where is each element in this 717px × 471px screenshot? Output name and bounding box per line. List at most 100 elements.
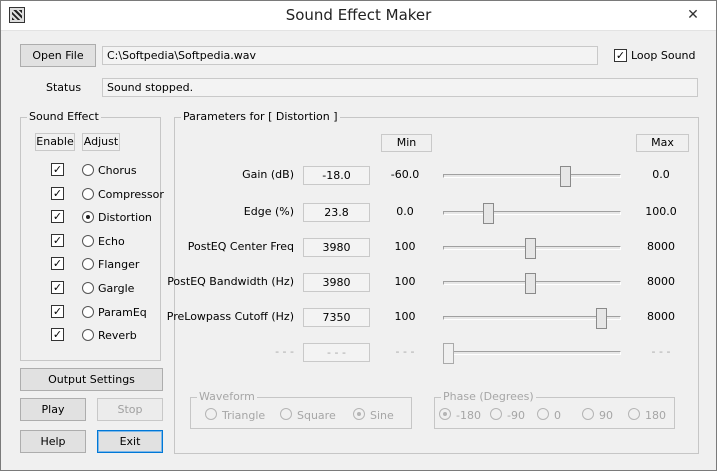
loop-sound-checkbox[interactable]: ✓	[614, 49, 627, 62]
phase-option-radio[interactable]	[490, 408, 502, 420]
effect-name-label: Reverb	[98, 329, 137, 343]
effect-name-label: Compressor	[98, 187, 164, 201]
window-title: Sound Effect Maker	[285, 6, 432, 24]
output-settings-button[interactable]: Output Settings	[20, 368, 163, 391]
effect-name-label: Flanger	[98, 258, 140, 272]
waveform-option-radio[interactable]	[280, 408, 292, 420]
enable-header: Enable	[35, 133, 75, 151]
min-header: Min	[381, 134, 432, 152]
open-file-button[interactable]: Open File	[20, 44, 96, 67]
param-slider-thumb[interactable]	[482, 203, 494, 224]
phase-option-label: 180	[645, 409, 666, 422]
waveform-option-radio[interactable]	[353, 408, 365, 420]
phase-group-title: Phase (Degrees)	[441, 390, 536, 403]
stop-button[interactable]: Stop	[97, 398, 163, 421]
waveform-group-title: Waveform	[197, 390, 257, 403]
param-max-label: 8000	[647, 310, 675, 323]
effect-enable-checkbox[interactable]: ✓	[51, 257, 64, 271]
param-value-field[interactable]: 3980	[303, 238, 370, 257]
waveform-option-label: Sine	[370, 409, 394, 422]
phase-option-radio[interactable]	[537, 408, 549, 420]
effect-adjust-radio[interactable]	[82, 211, 94, 224]
param-value-field[interactable]: 23.8	[303, 203, 370, 222]
main-window: Sound Effect Maker ✕ Open File C:\Softpe…	[0, 0, 717, 471]
phase-option-label: -90	[507, 409, 525, 422]
effect-adjust-radio[interactable]	[82, 187, 94, 200]
param-name-label: Edge (%)	[243, 205, 294, 218]
param-min-label: 100	[394, 275, 416, 288]
effect-name-label: Echo	[98, 234, 125, 248]
effect-adjust-radio[interactable]	[82, 234, 94, 247]
effect-enable-checkbox[interactable]: ✓	[51, 304, 64, 318]
param-max-label: 8000	[647, 240, 675, 253]
sound-effect-group: Sound Effect Enable Adjust ✓ Chorus ✓ Compr…	[20, 110, 164, 361]
param-max-label: 8000	[647, 275, 675, 288]
waveform-group: Waveform Triangle Square Sine	[190, 390, 412, 429]
effect-adjust-radio[interactable]	[82, 282, 94, 294]
param-min-label: 100	[394, 240, 416, 253]
param-slider-track[interactable]	[443, 316, 621, 320]
effect-name-label: Gargle	[98, 282, 135, 295]
exit-button[interactable]: Exit	[97, 430, 163, 453]
phase-option-label: 90	[599, 409, 613, 422]
parameters-group: Parameters for [ Distortion ] Min Max Ga…	[167, 110, 699, 454]
param-value-field[interactable]: -18.0	[303, 166, 370, 185]
param-min-label: - - -	[395, 345, 415, 358]
help-button[interactable]: Help	[20, 430, 86, 453]
phase-option-radio[interactable]	[628, 408, 640, 420]
effect-adjust-radio[interactable]	[82, 258, 94, 271]
param-slider-thumb[interactable]	[559, 166, 571, 187]
parameters-group-title: Parameters for [ Distortion ]	[181, 110, 340, 123]
waveform-option-radio[interactable]	[205, 408, 217, 420]
param-value-field[interactable]: 7350	[303, 308, 370, 327]
param-name-label: PreLowpass Cutoff (Hz)	[166, 310, 294, 323]
adjust-header: Adjust	[82, 133, 120, 151]
status-label: Status	[46, 81, 82, 94]
effect-name-label: Chorus	[98, 164, 137, 177]
param-max-label: 100.0	[645, 205, 677, 218]
waveform-option-label: Square	[297, 409, 336, 422]
param-slider-track[interactable]	[443, 211, 621, 215]
loop-sound-label: Loop Sound	[631, 49, 696, 62]
param-max-label: 0.0	[652, 168, 670, 181]
effect-name-label: Distortion	[98, 211, 152, 225]
param-slider-track[interactable]	[443, 174, 621, 178]
param-slider-thumb[interactable]	[524, 238, 536, 259]
param-slider-thumb[interactable]	[443, 343, 454, 364]
waveform-option-label: Triangle	[222, 409, 266, 422]
param-slider-thumb[interactable]	[596, 308, 608, 329]
param-slider-thumb[interactable]	[524, 273, 536, 294]
phase-option-radio[interactable]	[582, 408, 594, 420]
effect-enable-checkbox[interactable]: ✓	[51, 328, 64, 342]
effect-enable-checkbox[interactable]: ✓	[51, 210, 64, 224]
effect-adjust-radio[interactable]	[82, 305, 94, 318]
close-icon[interactable]: ✕	[670, 1, 716, 30]
param-min-label: 100	[394, 310, 416, 323]
phase-group: Phase (Degrees) -180 -90 0 90 180	[434, 390, 675, 429]
param-min-label: 0.0	[396, 205, 414, 218]
param-name-label: - - -	[275, 345, 294, 358]
effect-enable-checkbox[interactable]: ✓	[51, 163, 64, 176]
effect-adjust-radio[interactable]	[82, 329, 94, 342]
effect-enable-checkbox[interactable]: ✓	[51, 281, 64, 294]
phase-option-label: 0	[554, 409, 561, 422]
effect-enable-checkbox[interactable]: ✓	[51, 233, 64, 247]
play-button[interactable]: Play	[20, 398, 86, 421]
status-field: Sound stopped.	[102, 78, 698, 97]
max-header: Max	[636, 134, 689, 152]
param-min-label: -60.0	[390, 168, 420, 181]
param-slider-track[interactable]	[443, 351, 621, 355]
param-value-field[interactable]: 3980	[303, 273, 370, 292]
sound-effect-group-title: Sound Effect	[27, 110, 101, 123]
param-max-label: - - -	[651, 345, 671, 358]
file-path-field: C:\Softpedia\Softpedia.wav	[102, 46, 598, 65]
phase-option-label: -180	[456, 409, 481, 422]
effect-enable-checkbox[interactable]: ✓	[51, 186, 64, 200]
effect-name-label: ParamEq	[98, 305, 147, 319]
param-value-field[interactable]: - - -	[303, 343, 370, 362]
param-name-label: PostEQ Bandwidth (Hz)	[167, 275, 294, 288]
phase-option-radio[interactable]	[439, 408, 451, 420]
effect-adjust-radio[interactable]	[82, 164, 94, 176]
param-name-label: PostEQ Center Freq	[187, 240, 294, 253]
title-bar: Sound Effect Maker ✕	[1, 1, 716, 31]
